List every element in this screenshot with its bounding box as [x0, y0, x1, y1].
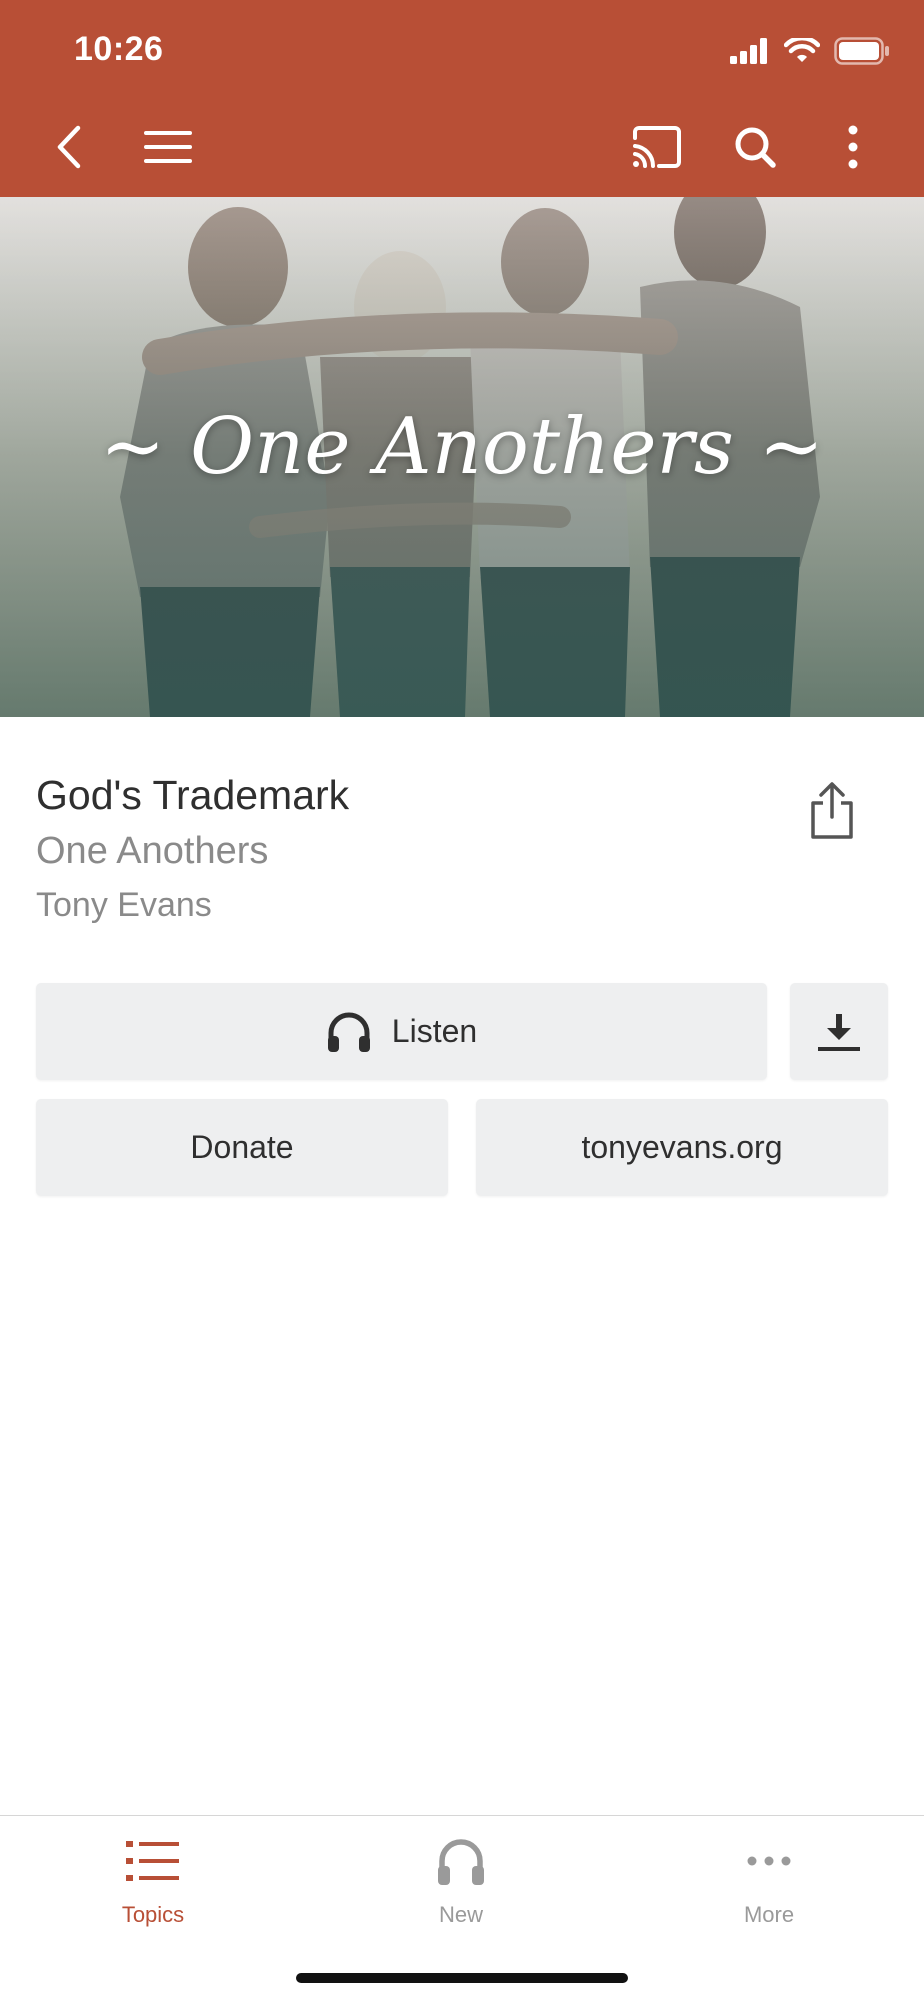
message-title: God's Trademark [36, 772, 350, 818]
horizontal-dots-icon [747, 1856, 791, 1866]
tab-topics-label: Topics [121, 1902, 185, 1927]
cellular-signal-icon [730, 38, 767, 64]
listen-label: Listen [391, 1013, 478, 1049]
battery-icon [834, 37, 889, 65]
chevron-left-icon [57, 125, 81, 169]
menu-button[interactable] [131, 110, 205, 184]
speaker-name: Tony Evans [36, 886, 212, 924]
tab-new[interactable]: New [361, 1832, 561, 1942]
vertical-dots-icon [848, 125, 858, 169]
headphones-icon [327, 1012, 370, 1052]
more-options-button[interactable] [816, 110, 890, 184]
home-indicator[interactable] [296, 1973, 628, 1983]
status-icons [730, 36, 890, 66]
back-button[interactable] [32, 110, 106, 184]
tab-more[interactable]: More [669, 1832, 869, 1942]
cast-button[interactable] [620, 110, 694, 184]
list-icon [126, 1841, 179, 1881]
banner-title: ~ One Anothers ~ [99, 402, 824, 492]
cast-icon [633, 126, 681, 168]
share-button[interactable] [800, 774, 864, 848]
status-time: 10:26 [74, 30, 164, 68]
series-name[interactable]: One Anothers [36, 830, 268, 873]
toolbar [0, 110, 924, 184]
download-icon [818, 1013, 860, 1051]
tab-more-label: More [743, 1902, 795, 1927]
website-label: tonyevans.org [581, 1129, 783, 1165]
tab-topics[interactable]: Topics [53, 1832, 253, 1942]
app-header: 10:26 [0, 0, 924, 197]
hamburger-icon [144, 131, 192, 163]
search-icon [735, 127, 776, 168]
listen-button[interactable]: Listen [36, 983, 767, 1080]
series-banner: ~ One Anothers ~ [0, 197, 924, 717]
donate-label: Donate [190, 1129, 294, 1165]
website-button[interactable]: tonyevans.org [476, 1099, 888, 1196]
headphones-icon [438, 1839, 484, 1885]
search-button[interactable] [718, 110, 792, 184]
tab-new-label: New [438, 1902, 483, 1927]
share-icon [811, 782, 853, 839]
download-button[interactable] [790, 983, 888, 1080]
donate-button[interactable]: Donate [36, 1099, 448, 1196]
wifi-icon [784, 38, 820, 62]
